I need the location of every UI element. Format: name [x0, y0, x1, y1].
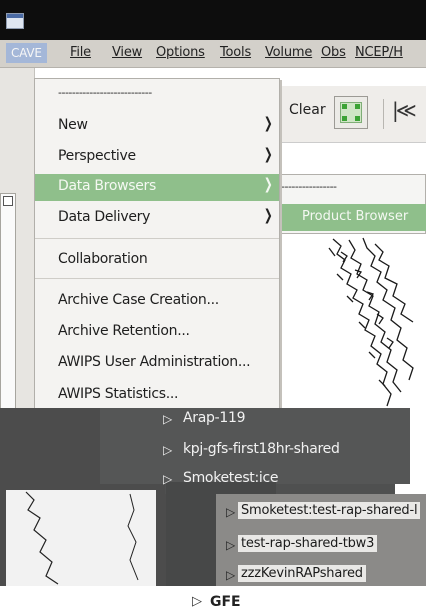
product-browser-label: Product Browser [302, 209, 409, 224]
tree-row-zzzkevinrap[interactable]: zzzKevinRAPshared [238, 565, 366, 582]
chevron-right-icon: ❯ [263, 114, 273, 132]
left-side-panel [0, 193, 16, 415]
menu-item-data-delivery[interactable]: Data Delivery [58, 209, 150, 225]
menu-volume[interactable]: Volume [265, 45, 312, 60]
tree-expand-icon[interactable]: ▷ [163, 412, 172, 426]
menu-view[interactable]: View [112, 45, 142, 60]
app-window-icon[interactable] [6, 13, 24, 29]
coastline-map [328, 237, 414, 407]
menu-divider [35, 278, 279, 279]
toolbar-separator [383, 99, 384, 129]
menu-file[interactable]: File [70, 45, 91, 60]
map-fragment [6, 490, 156, 586]
tree-row-test-rap-tbw3[interactable]: test-rap-shared-tbw3 [238, 535, 378, 552]
tree-row-arap-119[interactable]: Arap-119 [183, 410, 245, 426]
menubar: CAVE File View Options Tools Volume Obs … [0, 40, 426, 68]
tree-expand-icon[interactable]: ▷ [192, 594, 202, 609]
chevron-right-icon: ❯ [263, 206, 273, 224]
title-bar [0, 0, 426, 40]
menu-ncep[interactable]: NCEP/H [355, 45, 403, 60]
menu-item-collaboration[interactable]: Collaboration [58, 251, 148, 267]
tree-row-smoketest-rap[interactable]: Smoketest:test-rap-shared-l [238, 502, 421, 519]
left-panel-checkbox[interactable] [3, 196, 13, 206]
menu-cave[interactable]: CAVE [6, 43, 47, 63]
tree-expand-icon[interactable]: ▷ [226, 505, 235, 519]
chevron-right-icon: ❯ [263, 175, 273, 193]
tree-row-gfe[interactable]: GFE [210, 594, 241, 610]
tree-expand-icon[interactable]: ▷ [163, 472, 172, 486]
menu-item-data-browsers[interactable]: Data Browsers [58, 178, 156, 194]
tree-expand-icon[interactable]: ▷ [226, 568, 235, 582]
menu-item-perspective[interactable]: Perspective [58, 148, 136, 164]
map-pane[interactable] [271, 234, 426, 414]
tree-expand-icon[interactable]: ▷ [226, 538, 235, 552]
cave-menu-separator-text: --------------------------- [58, 86, 152, 99]
zoom-extent-icon [340, 102, 362, 123]
submenu-separator: ---------------- [281, 180, 337, 193]
menu-options[interactable]: Options [156, 45, 205, 60]
menu-item-archive-retention[interactable]: Archive Retention... [58, 323, 190, 339]
chevron-right-icon: ❯ [263, 145, 273, 163]
menu-tools[interactable]: Tools [220, 45, 251, 60]
tree-expand-icon[interactable]: ▷ [163, 443, 172, 457]
menu-item-archive-case-creation[interactable]: Archive Case Creation... [58, 292, 219, 308]
first-frame-button[interactable]: |≪ [392, 98, 417, 122]
menu-divider [35, 238, 279, 239]
menu-item-awips-user-administration[interactable]: AWIPS User Administration... [58, 354, 251, 370]
tree-row-kpj-gfs[interactable]: kpj-gfs-first18hr-shared [183, 441, 340, 457]
menu-item-new[interactable]: New [58, 117, 88, 133]
map-fragment-coastline [25, 491, 139, 585]
clear-button[interactable]: Clear [289, 102, 326, 118]
menu-obs[interactable]: Obs [321, 45, 346, 60]
tree-row-smoketest-ice[interactable]: Smoketest:ice [183, 470, 279, 486]
menu-item-awips-statistics[interactable]: AWIPS Statistics... [58, 386, 179, 402]
